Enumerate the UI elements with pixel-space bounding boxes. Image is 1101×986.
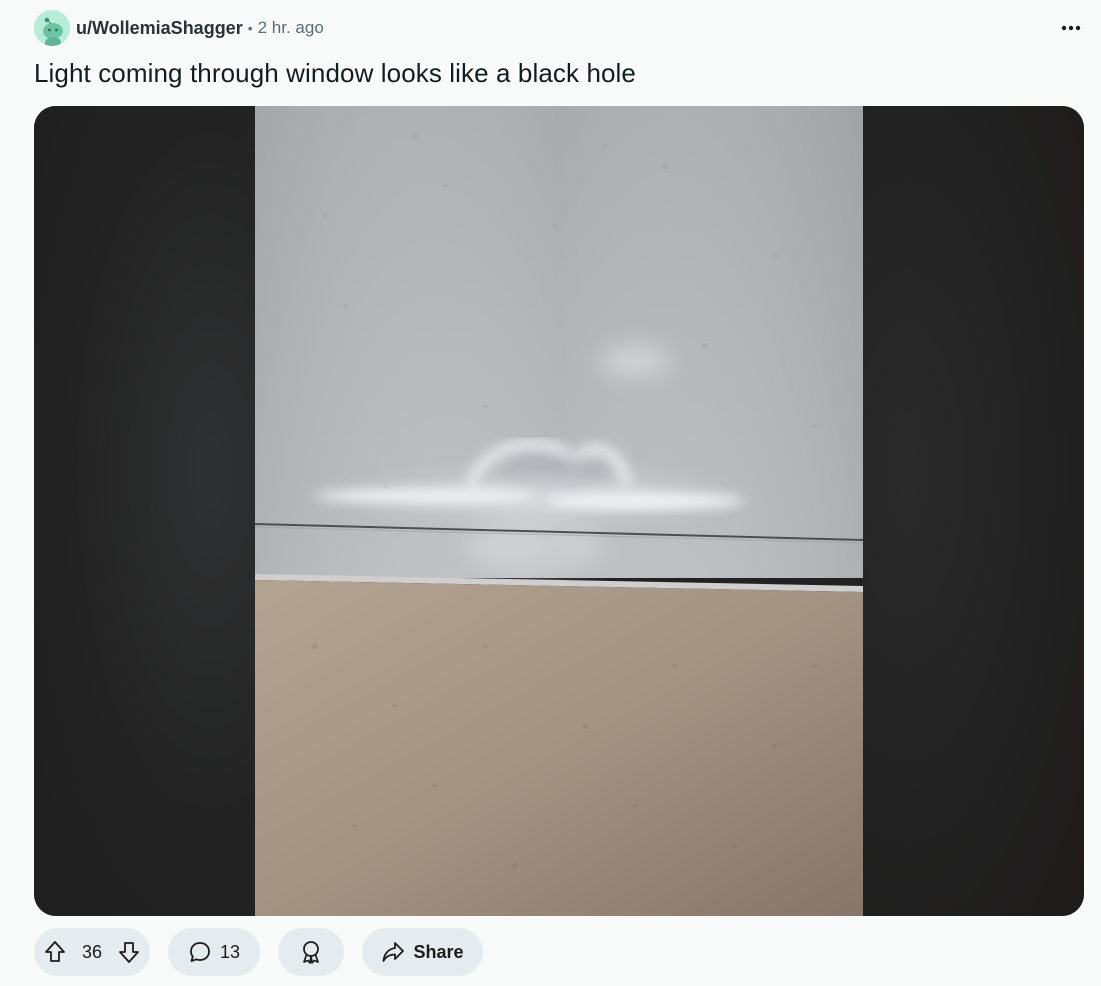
post-time: 2 hr. ago — [257, 18, 324, 37]
post-header: u/WollemiaShagger • 2 hr. ago — [34, 10, 1087, 46]
more-options-button[interactable] — [1055, 14, 1087, 42]
upvote-button[interactable] — [44, 940, 66, 964]
comment-count: 13 — [219, 941, 241, 962]
post-card: u/WollemiaShagger • 2 hr. ago Light comi… — [0, 0, 1101, 986]
vote-count: 36 — [81, 941, 103, 962]
meta-separator: • — [247, 20, 253, 36]
media-letterbox-left — [34, 106, 255, 916]
snoo-avatar-icon — [34, 10, 70, 46]
avatar[interactable] — [34, 10, 70, 46]
award-button[interactable] — [278, 928, 344, 976]
award-ribbon-icon — [303, 941, 319, 964]
comment-bubble-icon — [190, 942, 210, 962]
vote-control: 36 — [34, 928, 150, 976]
action-bar: 36 13 Share — [34, 928, 483, 976]
downvote-button[interactable] — [118, 940, 140, 964]
author-name[interactable]: u/WollemiaShagger — [76, 18, 243, 39]
downvote-arrow-icon — [119, 942, 139, 963]
more-options-icon — [1061, 25, 1081, 31]
media-letterbox-right — [863, 106, 1084, 916]
upvote-arrow-icon — [45, 941, 65, 962]
comments-button[interactable]: 13 — [168, 928, 260, 976]
share-label: Share — [413, 941, 464, 962]
post-media[interactable] — [34, 106, 1084, 916]
post-image — [255, 106, 863, 916]
post-title[interactable]: Light coming through window looks like a… — [34, 58, 636, 89]
share-arrow-icon — [383, 942, 405, 962]
share-button[interactable]: Share — [362, 928, 483, 976]
